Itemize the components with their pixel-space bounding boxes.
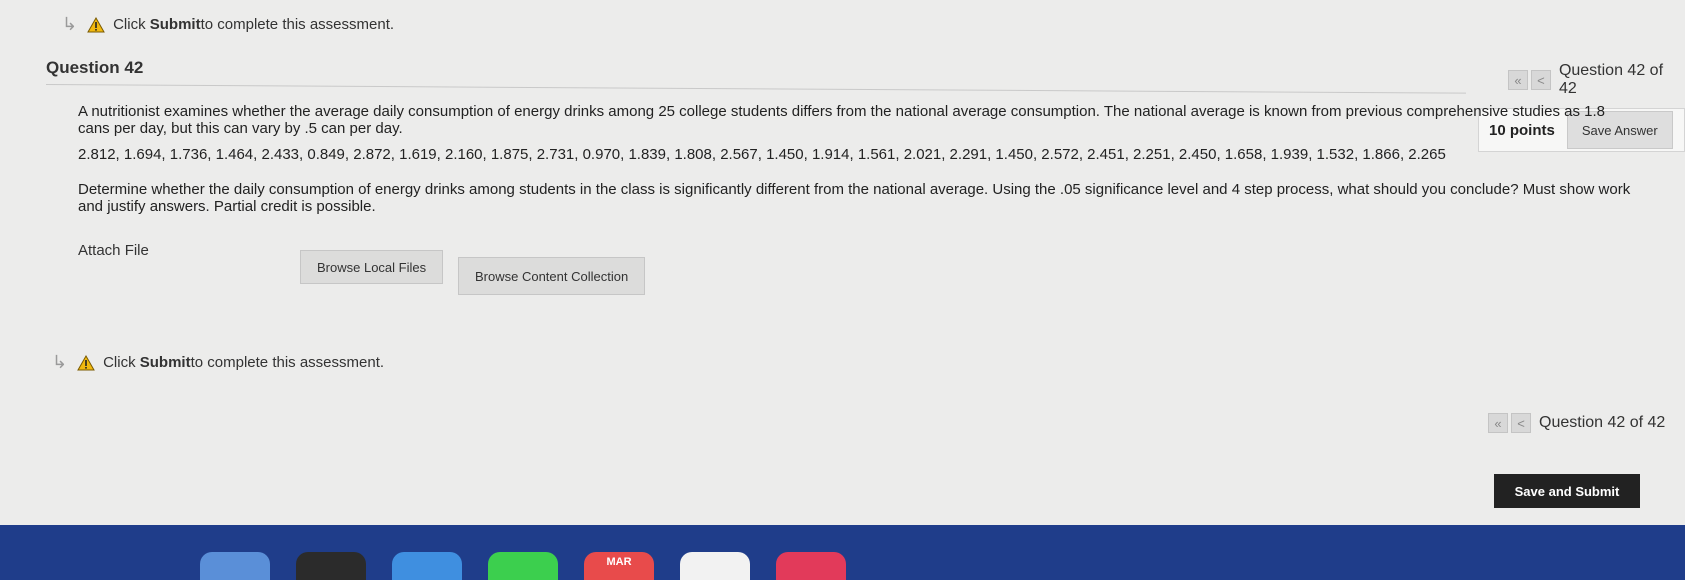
notice-prefix: Click (113, 16, 146, 33)
chevron-left-icon[interactable]: < (1511, 413, 1531, 433)
return-arrow-icon: ↳ (52, 352, 68, 372)
double-chevron-left-icon[interactable]: « (1488, 413, 1508, 433)
messages-app-icon[interactable] (488, 552, 558, 580)
attach-file-label: Attach File (78, 242, 149, 259)
question-navigation-top: « < Question 42 of 42 (1508, 62, 1685, 98)
question-body: A nutritionist examines whether the aver… (78, 103, 1638, 224)
divider (45, 84, 1466, 94)
calendar-month: MAR (606, 556, 632, 568)
assessment-page: ↳ Click Submit to complete this assessme… (0, 0, 1685, 525)
notice-bold: Submit (149, 16, 201, 33)
notice-suffix: to complete this assessment. (190, 354, 385, 371)
chevron-left-icon[interactable]: < (1530, 70, 1551, 90)
notice-prefix: Click (103, 354, 136, 371)
dock-icons: MAR (200, 552, 846, 580)
safari-app-icon[interactable] (392, 552, 462, 580)
music-app-icon[interactable] (776, 552, 846, 580)
reminders-app-icon[interactable] (680, 552, 750, 580)
return-arrow-icon: ↳ (62, 14, 78, 34)
submit-notice-bottom: ↳ Click Submit to complete this assessme… (52, 352, 384, 373)
double-chevron-left-icon[interactable]: « (1508, 70, 1528, 90)
warning-icon (77, 354, 95, 370)
notice-bold: Submit (139, 354, 191, 371)
browse-content-collection-button[interactable]: Browse Content Collection (458, 257, 646, 295)
question-position: Question 42 of 42 (1539, 414, 1666, 431)
question-position: Question 42 of 42 (1558, 62, 1664, 97)
browse-local-files-button[interactable]: Browse Local Files (300, 250, 444, 284)
warning-icon (87, 16, 105, 32)
question-data-values: 2.812, 1.694, 1.736, 1.464, 2.433, 0.849… (78, 146, 1446, 163)
submit-notice-top: ↳ Click Submit to complete this assessme… (62, 14, 394, 35)
notice-suffix: to complete this assessment. (200, 16, 395, 33)
launchpad-app-icon[interactable] (296, 552, 366, 580)
question-navigation-bottom: « < Question 42 of 42 (1488, 413, 1665, 433)
finder-app-icon[interactable] (200, 552, 270, 580)
save-and-submit-button[interactable]: Save and Submit (1494, 474, 1640, 508)
question-title: Question 42 (46, 58, 144, 77)
question-paragraph-1: A nutritionist examines whether the aver… (78, 103, 1605, 137)
question-paragraph-2: Determine whether the daily consumption … (78, 181, 1631, 215)
calendar-app-icon[interactable]: MAR (584, 552, 654, 580)
